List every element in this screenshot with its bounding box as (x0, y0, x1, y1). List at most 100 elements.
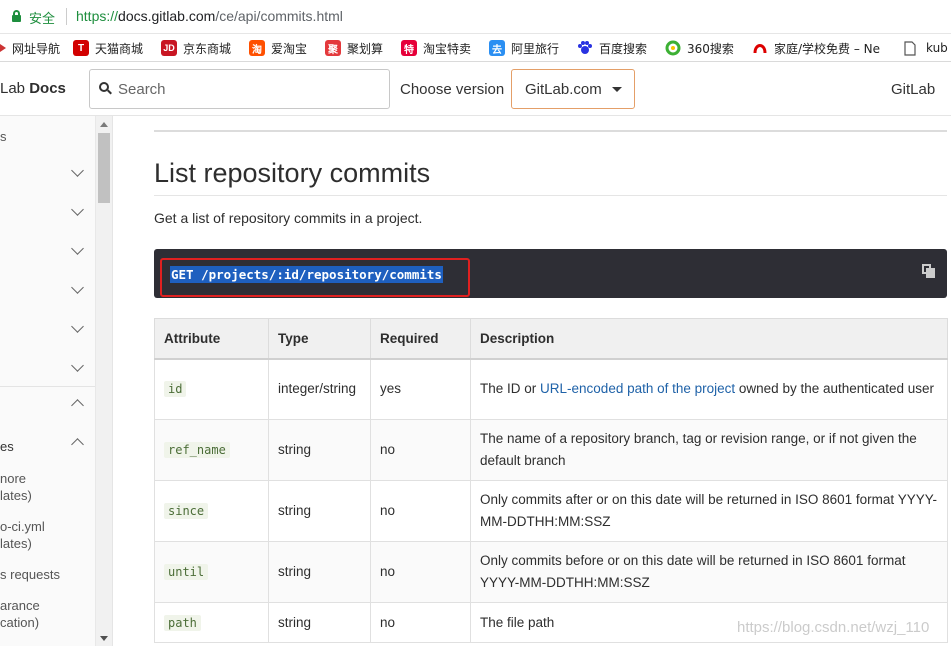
caret-down-icon (612, 87, 622, 92)
lock-icon (12, 10, 21, 22)
required-cell: no (370, 541, 471, 603)
bookmark-item[interactable]: 家庭/学校免费 – Ne (752, 39, 880, 57)
baidu-icon (577, 40, 593, 56)
chevron-down-icon[interactable] (71, 359, 84, 372)
attr-code: ref_name (164, 442, 230, 458)
attr-code: id (164, 381, 187, 398)
copy-icon[interactable] (922, 264, 936, 278)
attr-cell: id (154, 358, 269, 420)
description-cell: Only commits after or on this date will … (470, 480, 948, 542)
page-title: List repository commits (154, 158, 431, 188)
juhuasuan-icon: 聚 (325, 40, 341, 56)
bookmark-label: 爱淘宝 (271, 41, 308, 56)
sidebar-item-label[interactable]: es (0, 438, 14, 455)
bookmark-label: 天猫商城 (95, 41, 144, 56)
version-value: GitLab.com (525, 81, 602, 98)
section-divider (154, 130, 947, 132)
main-content: List repository commits Get a list of re… (113, 116, 951, 646)
sidebar-item-label[interactable]: lates) (0, 535, 32, 552)
required-cell: no (370, 419, 471, 481)
chevron-up-icon[interactable] (71, 438, 84, 451)
description-text: The ID or (480, 381, 541, 397)
url-protocol: https:// (76, 8, 119, 24)
table-row: ref_name string no The name of a reposit… (154, 419, 948, 481)
attr-cell: ref_name (154, 419, 269, 481)
table-header-row: Attribute Type Required Description (154, 318, 948, 360)
column-header: Description (470, 318, 948, 360)
type-cell: string (268, 541, 371, 603)
bookmark-item[interactable]: 360搜索 (665, 39, 734, 57)
table-row: until string no Only commits before or o… (154, 541, 948, 603)
address-bar[interactable]: 安全 https://docs.gitlab.com/ce/api/commit… (0, 0, 951, 34)
tmall-icon: T (73, 40, 89, 56)
sidebar-item-label[interactable]: s requests (0, 566, 60, 583)
sidebar-divider (0, 386, 95, 387)
attr-cell: since (154, 480, 269, 542)
type-cell: string (268, 602, 371, 643)
sidebar-item-label[interactable]: o-ci.yml (0, 518, 45, 535)
required-cell: no (370, 480, 471, 542)
sidebar-item-label[interactable]: lates) (0, 487, 32, 504)
chevron-down-icon[interactable] (71, 242, 84, 255)
chevron-down-icon[interactable] (71, 164, 84, 177)
search-box[interactable] (89, 69, 390, 109)
netease-icon (752, 40, 768, 56)
bookmark-label: 家庭/学校免费 – Ne (774, 41, 881, 56)
brand-logo[interactable]: Lab Docs (0, 80, 66, 97)
column-header: Attribute (154, 318, 269, 360)
chevron-down-icon[interactable] (71, 203, 84, 216)
sidebar-item-label[interactable]: nore (0, 470, 26, 487)
page-icon (902, 40, 918, 56)
scroll-down-arrow-icon[interactable] (100, 636, 108, 641)
type-cell: string (268, 480, 371, 542)
compass-icon (0, 40, 8, 56)
sidebar-scrollbar[interactable] (95, 116, 112, 646)
chevron-down-icon[interactable] (71, 320, 84, 333)
bookmark-item[interactable]: JD 京东商城 (161, 39, 231, 57)
column-header: Required (370, 318, 471, 360)
secure-label: 安全 (29, 12, 56, 27)
attr-cell: path (154, 602, 269, 643)
sidebar-item-label[interactable]: cation) (0, 614, 39, 631)
address-divider (66, 8, 67, 25)
bookmarks-bar: 网址导航 T 天猫商城 JD 京东商城 淘 爱淘宝 聚 聚划算 特 淘宝特卖 去… (0, 34, 951, 62)
search-input[interactable] (118, 79, 378, 99)
scroll-thumb[interactable] (98, 133, 110, 203)
watermark-text: https://blog.csdn.net/wzj_110 (737, 619, 930, 636)
chevron-down-icon[interactable] (71, 281, 84, 294)
brand-suffix: Docs (29, 80, 66, 97)
jd-icon: JD (161, 40, 177, 56)
url-text[interactable]: https://docs.gitlab.com/ce/api/commits.h… (76, 8, 343, 24)
url-encoded-link[interactable]: URL-encoded path of the project (540, 381, 735, 396)
version-dropdown[interactable]: GitLab.com (511, 69, 635, 109)
bookmark-item[interactable]: 特 淘宝特卖 (401, 39, 471, 57)
bookmark-item[interactable]: T 天猫商城 (73, 39, 143, 57)
required-cell: yes (370, 358, 471, 420)
bookmark-item[interactable]: kub (902, 39, 948, 57)
bookmark-label: 360搜索 (687, 41, 734, 56)
attributes-table: Attribute Type Required Description id i… (154, 318, 948, 643)
bookmark-label: 淘宝特卖 (423, 41, 472, 56)
type-cell: integer/string (268, 358, 371, 420)
bookmark-item[interactable]: 去 阿里旅行 (489, 39, 559, 57)
bookmark-item[interactable]: 百度搜索 (577, 39, 647, 57)
description-cell: The name of a repository branch, tag or … (470, 419, 948, 481)
bookmark-label: 百度搜索 (599, 41, 648, 56)
chevron-up-icon[interactable] (71, 399, 84, 412)
attr-code: path (164, 614, 201, 631)
required-cell: no (370, 602, 471, 643)
bookmark-item[interactable]: 聚 聚划算 (325, 39, 383, 57)
description-text: owned by the authenticated user (735, 381, 935, 397)
gitlab-link[interactable]: GitLab (891, 81, 935, 98)
sidebar-item-label[interactable]: arance (0, 597, 40, 614)
bookmark-item[interactable]: 淘 爱淘宝 (249, 39, 307, 57)
brand-prefix: Lab (0, 80, 26, 97)
temai-icon: 特 (401, 40, 417, 56)
scroll-up-arrow-icon[interactable] (100, 122, 108, 127)
sidebar-item-label[interactable]: s (0, 128, 7, 145)
annotation-highlight-box (160, 258, 470, 297)
bookmark-item[interactable]: 网址导航 (0, 39, 60, 57)
choose-version-label: Choose version (400, 81, 505, 98)
url-path: /ce/api/commits.html (215, 8, 343, 24)
360-icon (665, 40, 681, 56)
